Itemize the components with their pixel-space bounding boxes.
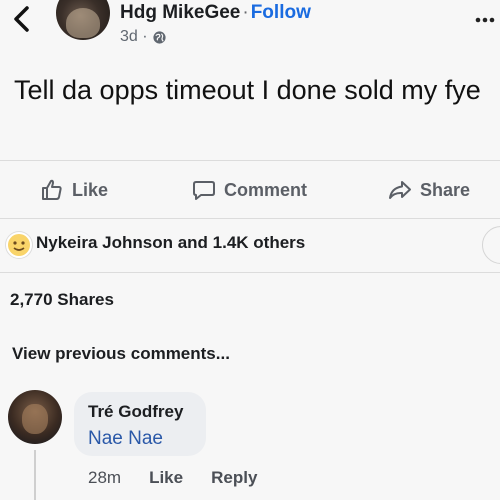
- speech-bubble-icon: [193, 181, 215, 200]
- divider: [0, 160, 500, 161]
- post-meta: 3d ·: [120, 28, 167, 46]
- thumbs-up-icon: [42, 179, 62, 200]
- post-time[interactable]: 3d ·: [120, 28, 148, 46]
- view-previous-comments-link[interactable]: View previous comments...: [12, 344, 230, 364]
- divider: [0, 218, 500, 219]
- comment-button[interactable]: Comment: [192, 176, 307, 204]
- shares-count[interactable]: 2,770 Shares: [10, 290, 114, 310]
- commenter-name[interactable]: Tré Godfrey: [88, 402, 183, 422]
- edge-element: [482, 226, 500, 264]
- like-label: Like: [72, 179, 109, 200]
- back-button[interactable]: [8, 4, 36, 34]
- follow-button[interactable]: Follow: [251, 2, 311, 23]
- thread-line: [34, 450, 36, 500]
- author-avatar[interactable]: [56, 0, 110, 40]
- author-name[interactable]: Hdg MikeGee: [120, 2, 240, 23]
- comment-actions: 28m Like Reply: [88, 468, 257, 488]
- globe-icon: [152, 30, 166, 44]
- share-button[interactable]: Share: [388, 176, 470, 204]
- post-text: Tell da opps timeout I done sold my fye: [14, 75, 481, 105]
- emoji-reaction-icon: [6, 232, 32, 258]
- share-arrow-icon: [389, 181, 411, 199]
- comment-text: Nae Nae: [88, 428, 163, 449]
- comment-like-button[interactable]: Like: [149, 468, 183, 488]
- like-button[interactable]: Like: [40, 176, 108, 204]
- comment-time[interactable]: 28m: [88, 468, 121, 488]
- author-line: Hdg MikeGee · Follow: [120, 2, 311, 24]
- separator-dot: ·: [242, 2, 249, 23]
- chevron-left-icon: [14, 6, 29, 32]
- reactions-summary[interactable]: Nykeira Johnson and 1.4K others: [36, 233, 305, 253]
- share-label: Share: [420, 179, 471, 200]
- comment-reply-button[interactable]: Reply: [211, 468, 257, 488]
- more-options-button[interactable]: [474, 10, 498, 30]
- more-dots-icon: [475, 17, 495, 23]
- divider: [0, 272, 500, 273]
- emoji-face-icon: [13, 241, 25, 251]
- commenter-avatar[interactable]: [8, 390, 62, 444]
- comment-label: Comment: [224, 179, 308, 200]
